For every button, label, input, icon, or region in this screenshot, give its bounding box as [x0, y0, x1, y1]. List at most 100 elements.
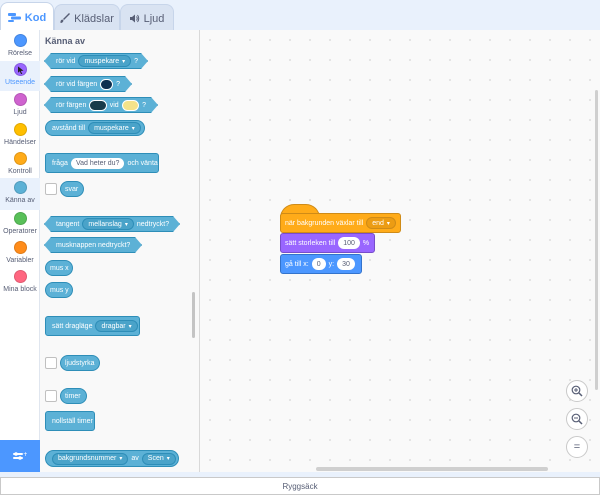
backpack-label: Ryggsäck [282, 481, 318, 491]
category-dot-icon [13, 212, 27, 225]
reset-timer-block[interactable]: nollställ timer [45, 411, 95, 431]
timer-block[interactable]: timer [60, 388, 87, 404]
tab-code[interactable]: Kod [0, 2, 54, 32]
category-variables[interactable]: Variabler [0, 239, 40, 269]
dropdown-value: muspekare [94, 124, 129, 132]
tab-costumes[interactable]: Klädslar [54, 4, 120, 32]
category-sound[interactable]: Ljud [0, 91, 40, 121]
code-icon [7, 11, 21, 25]
block-text: när bakgrunden växlar till [285, 219, 364, 227]
zoom-reset-button[interactable]: = [566, 436, 588, 458]
object-dropdown[interactable]: Scen ▾ [141, 452, 176, 465]
x-input[interactable]: 0 [311, 258, 326, 270]
block-text: y: [328, 260, 335, 268]
backdrop-dropdown[interactable]: end ▾ [366, 217, 396, 229]
category-events[interactable]: Händelser [0, 121, 40, 151]
dropdown-value: muspekare [84, 57, 120, 65]
zoom-in-icon [571, 385, 583, 397]
timer-checkbox[interactable] [45, 390, 57, 402]
distance-dropdown[interactable]: muspekare ▾ [88, 122, 141, 134]
mouse-down-block[interactable]: musknappen nedtryckt? [44, 237, 142, 253]
answer-checkbox[interactable] [45, 183, 57, 195]
block-text: ? [134, 57, 139, 65]
tab-code-label: Kod [24, 11, 47, 24]
block-text: nedtryckt? [136, 220, 170, 228]
tab-sounds-label: Ljud [143, 12, 165, 25]
mouse-x-block[interactable]: mus x [45, 260, 73, 276]
property-dropdown[interactable]: bakgrundsnummer ▾ [52, 452, 129, 465]
when-backdrop-switches-block[interactable]: när bakgrunden växlar till end ▾ [280, 213, 401, 233]
set-drag-mode-block[interactable]: sätt dragläge dragbar ▾ [45, 316, 140, 336]
block-text: timer [65, 392, 81, 400]
tab-costumes-label: Klädslar [74, 12, 114, 25]
category-label: Kontroll [8, 168, 32, 175]
palette-heading: Känna av [45, 36, 86, 46]
answer-block[interactable]: svar [60, 181, 84, 197]
zoom-out-button[interactable] [566, 408, 588, 430]
size-input[interactable]: 100 [338, 237, 360, 249]
ask-and-wait-block[interactable]: fråga Vad heter du? och vänta [45, 153, 159, 173]
category-motion[interactable]: Rörelse [0, 32, 40, 62]
key-pressed-block[interactable]: tangent mellanslag ▾ nedtryckt? [44, 216, 180, 232]
block-text: rör vid färgen [56, 80, 98, 88]
set-size-block[interactable]: sätt storleken till 100 % [280, 233, 375, 253]
color-swatch[interactable] [122, 100, 139, 111]
block-text: tangent [56, 220, 80, 228]
block-palette: Känna av rör vid muspekare ▾ ? rör vid fä… [40, 30, 200, 472]
touching-block[interactable]: rör vid muspekare ▾ ? [44, 53, 148, 69]
category-operators[interactable]: Operatorer [0, 210, 40, 240]
color-swatch[interactable] [89, 100, 106, 111]
distance-block[interactable]: avstånd till muspekare ▾ [45, 120, 145, 136]
of-block[interactable]: bakgrundsnummer ▾ av Scen ▾ [45, 450, 179, 467]
workspace-horizontal-scrollbar[interactable] [316, 467, 548, 471]
caret-icon: ▾ [122, 58, 126, 65]
block-text: sätt storleken till [285, 239, 336, 247]
category-sensing[interactable]: Känna av [0, 178, 40, 210]
workspace-vertical-scrollbar[interactable] [595, 90, 598, 390]
palette-scrollbar[interactable] [192, 292, 195, 338]
category-label: Mina block [3, 286, 37, 293]
category-looks[interactable]: Utseende [0, 61, 40, 91]
drag-mode-dropdown[interactable]: dragbar ▾ [95, 320, 138, 332]
key-dropdown[interactable]: mellanslag ▾ [82, 218, 133, 230]
category-dot-icon [13, 241, 27, 254]
backpack-bar[interactable]: Ryggsäck [0, 477, 600, 495]
block-text: rör färgen [56, 101, 87, 109]
category-label: Variabler [6, 257, 34, 264]
block-text: fråga [52, 159, 68, 167]
category-dot-icon [13, 123, 27, 136]
category-my-blocks[interactable]: Mina block [0, 268, 40, 298]
y-input[interactable]: 30 [337, 258, 355, 270]
tab-sounds[interactable]: Ljud [120, 4, 174, 32]
category-label: Händelser [4, 139, 36, 146]
touching-dropdown[interactable]: muspekare ▾ [78, 55, 131, 67]
caret-icon: ▾ [386, 220, 390, 227]
tab-bar: Kod Klädslar Ljud [0, 0, 200, 32]
dropdown-value: dragbar [101, 322, 126, 330]
touching-color-block[interactable]: rör vid färgen ? [44, 76, 132, 92]
dropdown-value: Scen [147, 455, 164, 462]
block-text: rör vid [56, 57, 76, 65]
block-text: av [131, 455, 139, 462]
script-workspace[interactable] [200, 30, 600, 472]
loudness-checkbox[interactable] [45, 357, 57, 369]
caret-icon: ▾ [119, 456, 123, 462]
brush-icon [60, 12, 71, 26]
category-label: Ljud [13, 109, 27, 116]
block-text: ? [116, 80, 120, 88]
block-text: ljudstyrka [65, 359, 95, 367]
block-text: musknappen nedtryckt? [56, 241, 131, 249]
caret-icon: ▾ [124, 221, 128, 228]
color-swatch[interactable] [100, 79, 113, 90]
color-touching-color-block[interactable]: rör färgen vid ? [44, 97, 158, 113]
go-to-xy-block[interactable]: gå till x: 0 y: 30 [280, 254, 362, 274]
mouse-y-block[interactable]: mus y [45, 282, 73, 298]
block-text: ? [142, 101, 146, 109]
add-extension-button[interactable]: + [0, 440, 40, 472]
ask-input[interactable]: Vad heter du? [70, 157, 125, 169]
category-dot-icon [13, 270, 27, 283]
zoom-reset-icon: = [573, 441, 581, 453]
zoom-in-button[interactable] [566, 380, 588, 402]
category-control[interactable]: Kontroll [0, 150, 40, 180]
loudness-block[interactable]: ljudstyrka [60, 355, 100, 371]
